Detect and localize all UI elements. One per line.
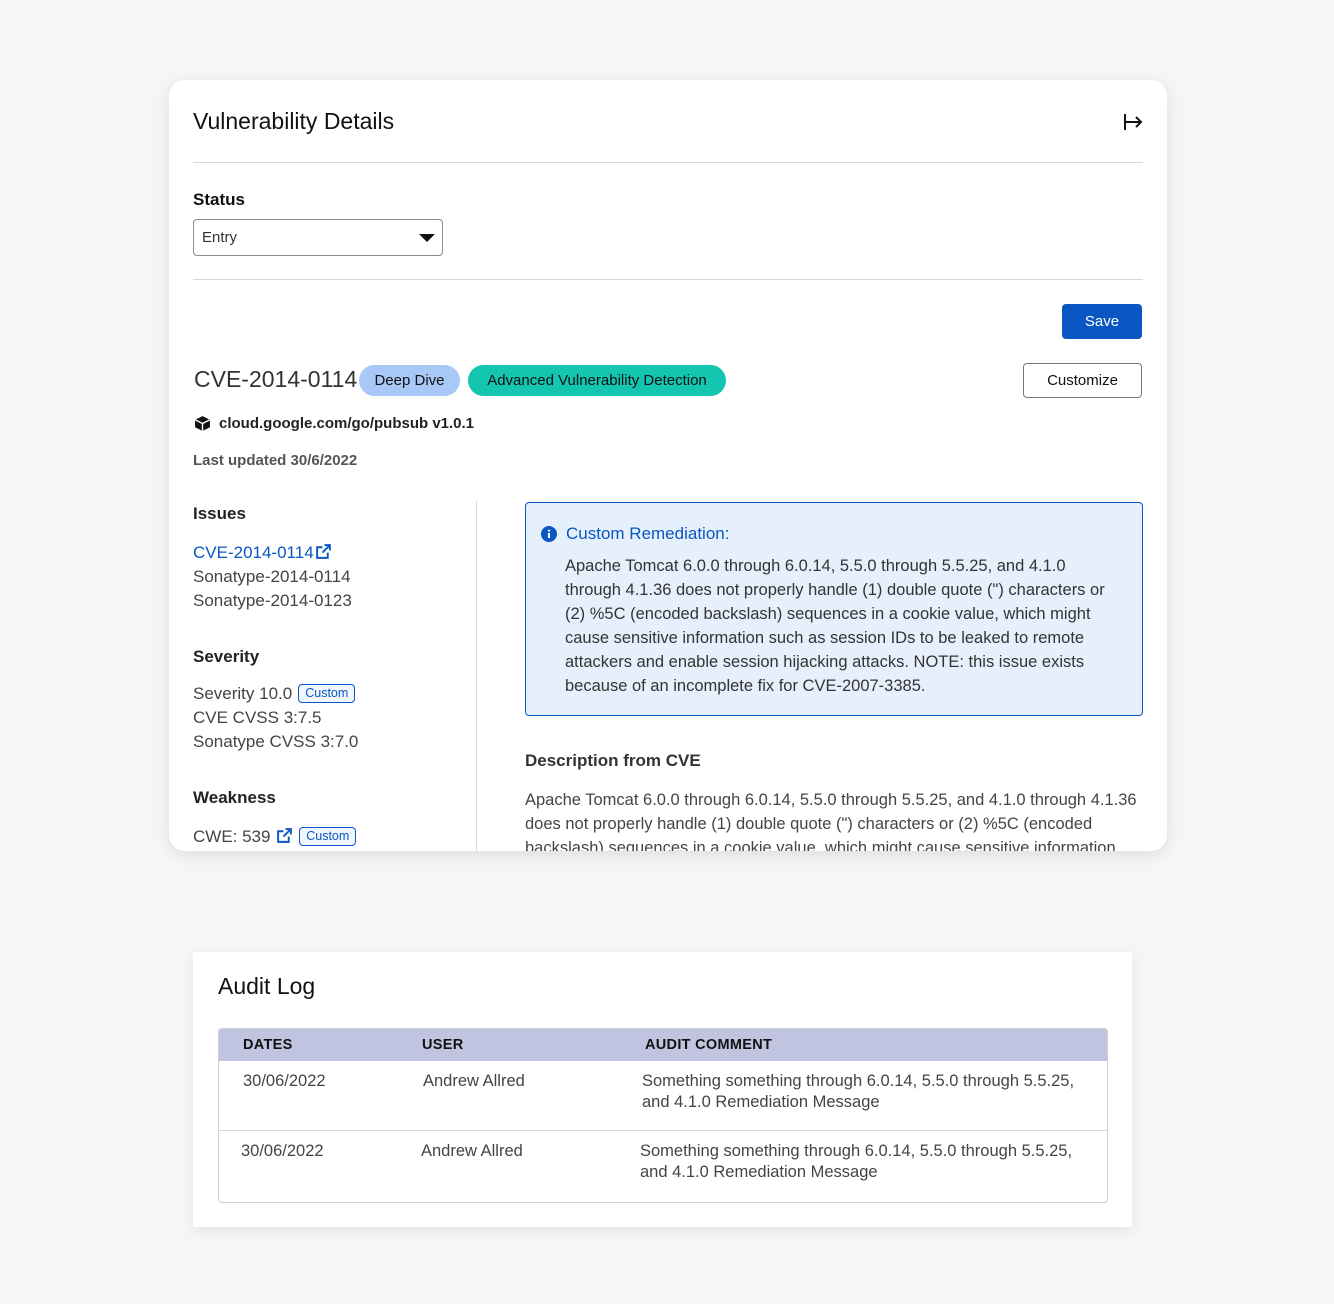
issue-link-cve[interactable]: CVE-2014-0114 [193,543,332,563]
issue-link-label: CVE-2014-0114 [193,543,314,562]
column-divider [476,501,477,851]
row-date: 30/06/2022 [241,1142,324,1160]
cwe-row: CWE: 539 Custom [193,827,357,847]
table-header: DATES USER AUDIT COMMENT [219,1029,1107,1061]
remediation-header: Custom Remediation: [541,524,729,544]
remediation-title: Custom Remediation: [566,524,730,543]
row-divider [219,1130,1107,1131]
row-comment: Something something through 6.0.14, 5.5.… [640,1142,1073,1181]
audit-log-title: Audit Log [218,973,316,999]
audit-table: DATES USER AUDIT COMMENT 30/06/2022 Andr… [218,1028,1108,1203]
status-divider [193,279,1143,280]
issue-item: Sonatype-2014-0123 [193,591,352,610]
deep-dive-badge: Deep Dive [359,365,460,396]
remediation-text: Apache Tomcat 6.0.0 through 6.0.14, 5.5.… [565,557,1105,695]
status-selected-value: Entry [202,229,238,246]
panel-title: Vulnerability Details [193,108,395,134]
custom-tag: Custom [299,827,357,846]
customize-button[interactable]: Customize [1023,363,1142,398]
description-heading: Description from CVE [525,751,701,770]
external-link-icon[interactable] [276,827,293,844]
info-icon [541,526,557,542]
severity-score: Severity 10.0 Custom [193,684,356,704]
last-updated-text: Last updated 30/6/2022 [193,452,358,469]
row-comment: Something something through 6.0.14, 5.5.… [642,1072,1075,1111]
audit-log-panel: Audit Log DATES USER AUDIT COMMENT 30/06… [193,952,1132,1227]
external-link-icon [315,544,331,559]
avd-badge: Advanced Vulnerability Detection [468,365,726,396]
package-row: cloud.google.com/go/pubsub v1.0.1 [194,415,474,432]
column-header-dates: DATES [243,1037,293,1053]
package-icon [194,416,211,431]
row-user: Andrew Allred [421,1142,523,1160]
caret-down-icon [419,234,435,242]
status-label: Status [193,190,245,209]
status-dropdown[interactable]: Entry [193,219,443,256]
severity-score-label: Severity 10.0 [193,684,293,703]
issues-heading: Issues [193,504,246,523]
row-date: 30/06/2022 [243,1072,326,1090]
custom-tag: Custom [298,684,356,703]
save-button[interactable]: Save [1062,304,1142,339]
weakness-heading: Weakness [193,788,276,807]
column-header-audit-comment: AUDIT COMMENT [645,1037,773,1053]
close-panel-icon[interactable] [1121,110,1145,134]
header-divider [193,162,1143,163]
severity-heading: Severity [193,647,260,666]
package-name: cloud.google.com/go/pubsub v1.0.1 [219,415,475,432]
cwe-label: CWE: 539 [193,827,271,846]
column-header-user: USER [422,1037,464,1053]
cve-cvss: CVE CVSS 3:7.5 [193,708,322,727]
issue-item: Sonatype-2014-0114 [193,567,351,586]
sonatype-cvss: Sonatype CVSS 3:7.0 [193,732,359,751]
row-user: Andrew Allred [423,1072,525,1090]
cve-title: CVE-2014-0114 [194,366,358,392]
vulnerability-details-panel: Vulnerability Details Status Entry Save … [169,80,1167,851]
custom-remediation-box: Custom Remediation: Apache Tomcat 6.0.0 … [525,502,1143,716]
description-text: Apache Tomcat 6.0.0 through 6.0.14, 5.5.… [525,791,1137,851]
